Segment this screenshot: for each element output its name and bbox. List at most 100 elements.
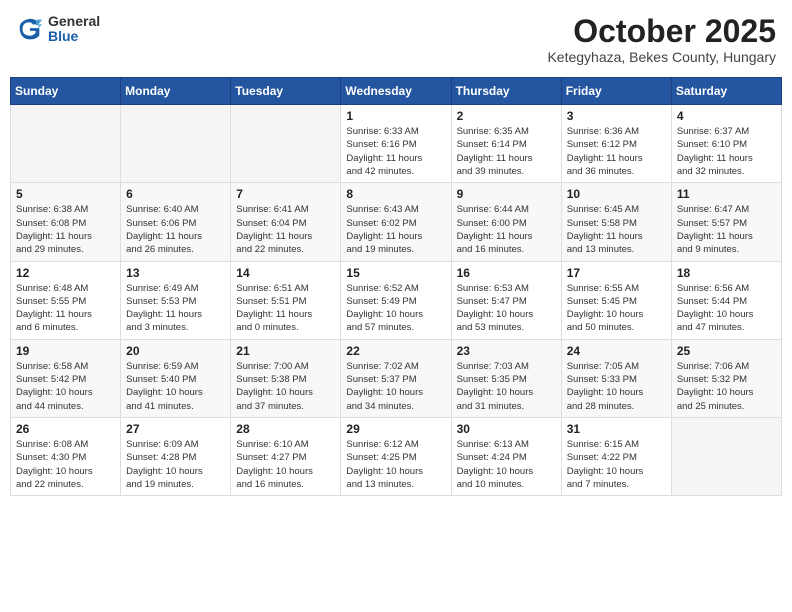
day-number: 16: [457, 266, 556, 280]
day-number: 9: [457, 187, 556, 201]
day-number: 12: [16, 266, 115, 280]
day-number: 29: [346, 422, 445, 436]
calendar-cell: 31Sunrise: 6:15 AMSunset: 4:22 PMDayligh…: [561, 417, 671, 495]
calendar-cell: 20 Sunrise: 6:59 AMSunset: 5:40 PMDayligh…: [121, 339, 231, 417]
calendar-week-row: 12 Sunrise: 6:48 AMSunset: 5:55 PMDayligh…: [11, 261, 782, 339]
day-number: 14: [236, 266, 335, 280]
day-number: 27: [126, 422, 225, 436]
day-info: Sunrise: 7:03 AMSunset: 5:35 PMDaylight:…: [457, 360, 556, 413]
day-number: 6: [126, 187, 225, 201]
calendar-cell: 2 Sunrise: 6:35 AMSunset: 6:14 PMDaylight…: [451, 105, 561, 183]
logo-blue-text: Blue: [48, 29, 100, 44]
weekday-header: Thursday: [451, 78, 561, 105]
weekday-header: Tuesday: [231, 78, 341, 105]
day-info: Sunrise: 6:13 AMSunset: 4:24 PMDaylight:…: [457, 438, 556, 491]
calendar-cell: [671, 417, 781, 495]
day-info: Sunrise: 6:52 AMSunset: 5:49 PMDaylight:…: [346, 282, 445, 335]
day-number: 5: [16, 187, 115, 201]
day-info: Sunrise: 7:05 AMSunset: 5:33 PMDaylight:…: [567, 360, 666, 413]
month-title: October 2025: [547, 14, 776, 49]
day-info: Sunrise: 7:02 AMSunset: 5:37 PMDaylight:…: [346, 360, 445, 413]
day-number: 30: [457, 422, 556, 436]
calendar-cell: 7 Sunrise: 6:41 AMSunset: 6:04 PMDaylight…: [231, 183, 341, 261]
day-info: Sunrise: 6:08 AMSunset: 4:30 PMDaylight:…: [16, 438, 115, 491]
day-number: 25: [677, 344, 776, 358]
day-info: Sunrise: 6:48 AMSunset: 5:55 PMDaylight:…: [16, 282, 115, 335]
calendar-cell: [231, 105, 341, 183]
day-number: 19: [16, 344, 115, 358]
day-info: Sunrise: 6:10 AMSunset: 4:27 PMDaylight:…: [236, 438, 335, 491]
day-info: Sunrise: 6:58 AMSunset: 5:42 PMDaylight:…: [16, 360, 115, 413]
day-info: Sunrise: 6:36 AMSunset: 6:12 PMDaylight:…: [567, 125, 666, 178]
day-info: Sunrise: 6:53 AMSunset: 5:47 PMDaylight:…: [457, 282, 556, 335]
weekday-header: Monday: [121, 78, 231, 105]
weekday-header: Friday: [561, 78, 671, 105]
day-number: 18: [677, 266, 776, 280]
day-info: Sunrise: 6:41 AMSunset: 6:04 PMDaylight:…: [236, 203, 335, 256]
day-number: 20: [126, 344, 225, 358]
day-info: Sunrise: 6:12 AMSunset: 4:25 PMDaylight:…: [346, 438, 445, 491]
calendar-cell: 21Sunrise: 7:00 AMSunset: 5:38 PMDayligh…: [231, 339, 341, 417]
weekday-header: Sunday: [11, 78, 121, 105]
day-info: Sunrise: 6:09 AMSunset: 4:28 PMDaylight:…: [126, 438, 225, 491]
calendar-cell: 28 Sunrise: 6:10 AMSunset: 4:27 PMDayligh…: [231, 417, 341, 495]
day-info: Sunrise: 6:49 AMSunset: 5:53 PMDaylight:…: [126, 282, 225, 335]
calendar-cell: 18 Sunrise: 6:56 AMSunset: 5:44 PMDayligh…: [671, 261, 781, 339]
day-number: 17: [567, 266, 666, 280]
day-number: 22: [346, 344, 445, 358]
day-number: 2: [457, 109, 556, 123]
calendar-cell: 12 Sunrise: 6:48 AMSunset: 5:55 PMDayligh…: [11, 261, 121, 339]
calendar-week-row: 1Sunrise: 6:33 AMSunset: 6:16 PMDaylight…: [11, 105, 782, 183]
calendar-week-row: 26 Sunrise: 6:08 AMSunset: 4:30 PMDayligh…: [11, 417, 782, 495]
day-info: Sunrise: 6:55 AMSunset: 5:45 PMDaylight:…: [567, 282, 666, 335]
day-info: Sunrise: 6:37 AMSunset: 6:10 PMDaylight:…: [677, 125, 776, 178]
day-number: 11: [677, 187, 776, 201]
calendar-cell: 27 Sunrise: 6:09 AMSunset: 4:28 PMDayligh…: [121, 417, 231, 495]
day-number: 4: [677, 109, 776, 123]
day-info: Sunrise: 6:51 AMSunset: 5:51 PMDaylight:…: [236, 282, 335, 335]
calendar-week-row: 19 Sunrise: 6:58 AMSunset: 5:42 PMDayligh…: [11, 339, 782, 417]
day-info: Sunrise: 6:45 AMSunset: 5:58 PMDaylight:…: [567, 203, 666, 256]
calendar-cell: 17 Sunrise: 6:55 AMSunset: 5:45 PMDayligh…: [561, 261, 671, 339]
calendar-cell: 30 Sunrise: 6:13 AMSunset: 4:24 PMDayligh…: [451, 417, 561, 495]
calendar-cell: 22 Sunrise: 7:02 AMSunset: 5:37 PMDayligh…: [341, 339, 451, 417]
calendar-cell: [121, 105, 231, 183]
logo: General Blue: [16, 14, 100, 45]
day-info: Sunrise: 6:38 AMSunset: 6:08 PMDaylight:…: [16, 203, 115, 256]
calendar-cell: 9 Sunrise: 6:44 AMSunset: 6:00 PMDaylight…: [451, 183, 561, 261]
day-number: 26: [16, 422, 115, 436]
day-info: Sunrise: 6:56 AMSunset: 5:44 PMDaylight:…: [677, 282, 776, 335]
calendar-cell: 25 Sunrise: 7:06 AMSunset: 5:32 PMDayligh…: [671, 339, 781, 417]
day-number: 7: [236, 187, 335, 201]
calendar-table: SundayMondayTuesdayWednesdayThursdayFrid…: [10, 77, 782, 496]
calendar-cell: 11Sunrise: 6:47 AMSunset: 5:57 PMDayligh…: [671, 183, 781, 261]
calendar-week-row: 5 Sunrise: 6:38 AMSunset: 6:08 PMDaylight…: [11, 183, 782, 261]
day-number: 3: [567, 109, 666, 123]
weekday-header: Wednesday: [341, 78, 451, 105]
calendar-cell: 14 Sunrise: 6:51 AMSunset: 5:51 PMDayligh…: [231, 261, 341, 339]
calendar-cell: 19 Sunrise: 6:58 AMSunset: 5:42 PMDayligh…: [11, 339, 121, 417]
calendar-cell: 5 Sunrise: 6:38 AMSunset: 6:08 PMDaylight…: [11, 183, 121, 261]
day-number: 31: [567, 422, 666, 436]
logo-text: General Blue: [48, 14, 100, 45]
day-number: 8: [346, 187, 445, 201]
calendar-cell: 4 Sunrise: 6:37 AMSunset: 6:10 PMDaylight…: [671, 105, 781, 183]
day-number: 13: [126, 266, 225, 280]
calendar-cell: [11, 105, 121, 183]
calendar-cell: 24Sunrise: 7:05 AMSunset: 5:33 PMDayligh…: [561, 339, 671, 417]
day-info: Sunrise: 6:59 AMSunset: 5:40 PMDaylight:…: [126, 360, 225, 413]
day-info: Sunrise: 6:44 AMSunset: 6:00 PMDaylight:…: [457, 203, 556, 256]
day-number: 15: [346, 266, 445, 280]
day-info: Sunrise: 7:06 AMSunset: 5:32 PMDaylight:…: [677, 360, 776, 413]
calendar-cell: 16 Sunrise: 6:53 AMSunset: 5:47 PMDayligh…: [451, 261, 561, 339]
day-info: Sunrise: 6:35 AMSunset: 6:14 PMDaylight:…: [457, 125, 556, 178]
day-info: Sunrise: 6:43 AMSunset: 6:02 PMDaylight:…: [346, 203, 445, 256]
calendar-cell: 13 Sunrise: 6:49 AMSunset: 5:53 PMDayligh…: [121, 261, 231, 339]
weekday-header: Saturday: [671, 78, 781, 105]
day-number: 28: [236, 422, 335, 436]
logo-icon: [16, 15, 44, 43]
calendar-cell: 10Sunrise: 6:45 AMSunset: 5:58 PMDayligh…: [561, 183, 671, 261]
calendar-cell: 23Sunrise: 7:03 AMSunset: 5:35 PMDayligh…: [451, 339, 561, 417]
day-info: Sunrise: 6:33 AMSunset: 6:16 PMDaylight:…: [346, 125, 445, 178]
calendar-cell: 3 Sunrise: 6:36 AMSunset: 6:12 PMDaylight…: [561, 105, 671, 183]
